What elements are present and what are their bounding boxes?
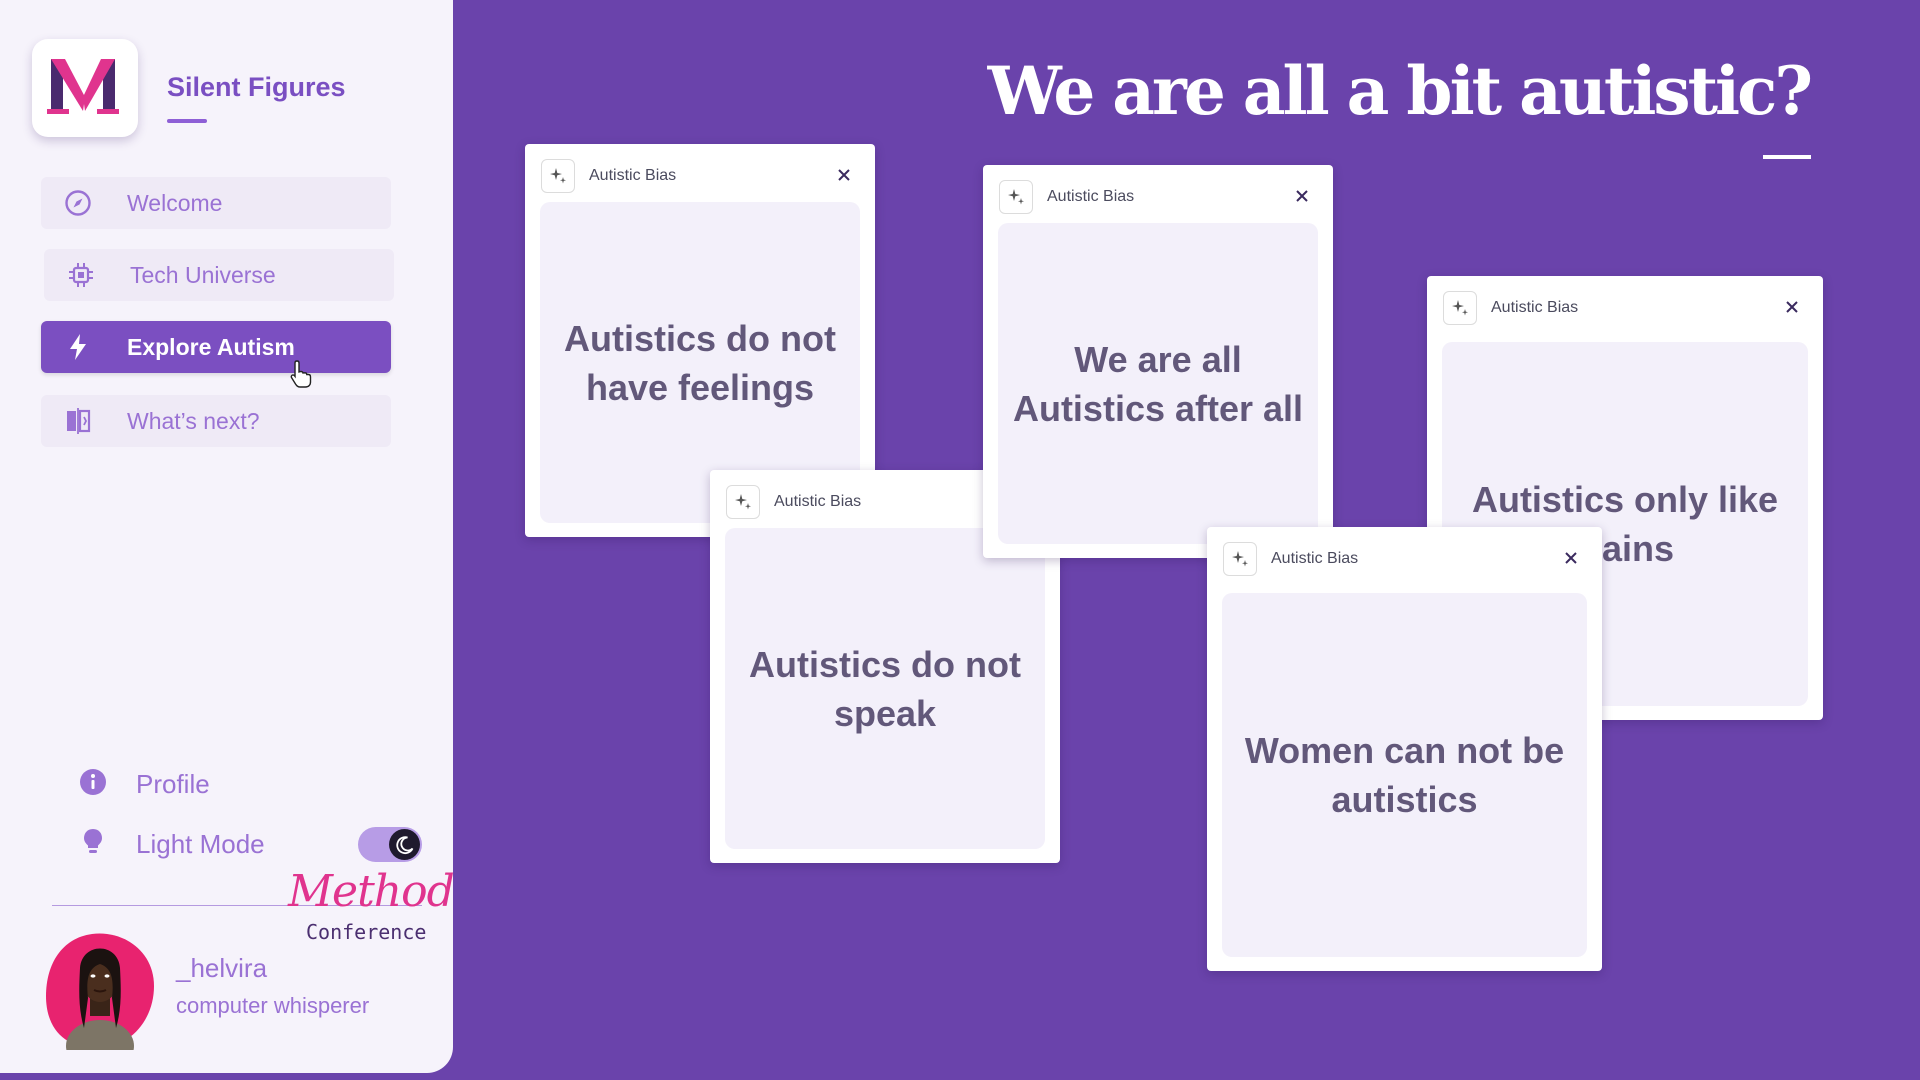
info-icon: [78, 767, 108, 802]
card-header: Autistic Bias: [1223, 541, 1590, 577]
card-tag: Autistic Bias: [774, 493, 862, 510]
card-tag: Autistic Bias: [1491, 299, 1579, 316]
sparkle-icon: [1443, 291, 1477, 325]
card-statement: Women can not be autistics: [1244, 730, 1565, 820]
conference-logo-script: Method: [288, 866, 455, 917]
card-header: Autistic Bias: [1443, 290, 1811, 326]
nav-item-tech-universe[interactable]: Tech Universe: [44, 249, 394, 301]
card-statement: Autistics do not have feelings: [564, 317, 836, 408]
split-arrows-icon: [63, 406, 93, 436]
nav-item-welcome[interactable]: Welcome: [41, 177, 391, 229]
moon-icon: [389, 829, 420, 860]
card-body: Autistics do not speak: [725, 528, 1045, 849]
hand-cursor-icon: [290, 360, 312, 388]
nav-label: What’s next?: [127, 407, 260, 434]
profile-link[interactable]: Profile: [78, 767, 210, 801]
nav-item-explore-autism[interactable]: Explore Autism: [41, 321, 391, 373]
card-statement: We are all Autistics after all: [1012, 338, 1304, 429]
profile-label: Profile: [136, 768, 210, 799]
card-body: Women can not be autistics: [1222, 593, 1587, 957]
sparkle-icon: [1223, 542, 1257, 576]
cpu-chip-icon: [66, 260, 96, 290]
card-body: We are all Autistics after all: [998, 223, 1318, 544]
card-tag: Autistic Bias: [589, 167, 677, 184]
sparkle-icon: [541, 159, 575, 193]
compass-icon: [63, 188, 93, 218]
user-role: computer whisperer: [176, 993, 370, 1018]
close-icon[interactable]: [1558, 545, 1584, 571]
card-statement: Autistics do not speak: [749, 643, 1021, 734]
lightning-bolt-icon: [63, 332, 93, 362]
close-icon[interactable]: [831, 162, 857, 188]
card-tag: Autistic Bias: [1047, 188, 1135, 205]
brand-underline: [167, 119, 207, 123]
app-logo[interactable]: [32, 39, 138, 137]
sidebar: Silent Figures Welcome Tech Universe Exp…: [0, 0, 455, 1073]
close-icon[interactable]: [1289, 183, 1315, 209]
logo-m-icon: [47, 59, 119, 114]
sparkle-icon: [999, 180, 1033, 214]
page-title: We are all a bit autistic?: [987, 52, 1813, 130]
light-mode-toggle[interactable]: [358, 827, 422, 862]
nav-label: Tech Universe: [130, 261, 276, 288]
close-icon[interactable]: [1779, 294, 1805, 320]
nav-label: Welcome: [127, 189, 223, 216]
nav-label: Explore Autism: [127, 333, 295, 360]
bias-card[interactable]: Autistic Bias We are all Autistics after…: [983, 165, 1333, 558]
user-handle: _helvira: [176, 953, 268, 983]
brand-name: Silent Figures: [167, 72, 346, 102]
card-header: Autistic Bias: [999, 179, 1321, 215]
light-mode-row: Light Mode: [78, 827, 265, 861]
title-underline: [1763, 155, 1811, 159]
card-tag: Autistic Bias: [1271, 550, 1359, 567]
avatar[interactable]: [42, 928, 160, 1072]
nav-item-whats-next[interactable]: What’s next?: [41, 395, 391, 447]
bias-card[interactable]: Autistic Bias Women can not be autistics: [1207, 527, 1602, 971]
card-header: Autistic Bias: [541, 158, 863, 194]
sparkle-icon: [726, 485, 760, 519]
lightbulb-icon: [78, 826, 108, 863]
conference-logo-word: Conference: [306, 920, 427, 944]
light-mode-label: Light Mode: [136, 828, 265, 859]
